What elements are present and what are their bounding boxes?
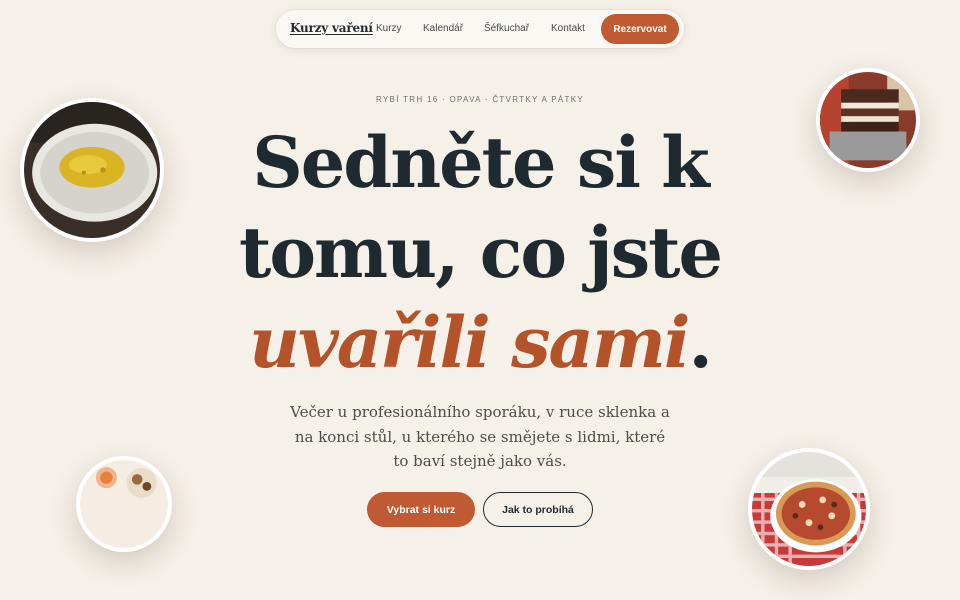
how-it-works-button[interactable]: Jak to probíhá bbox=[483, 492, 593, 527]
reserve-button[interactable]: Rezervovat bbox=[601, 14, 679, 44]
pizza-image bbox=[752, 452, 866, 566]
headline-accent: uvařili sami bbox=[249, 301, 690, 384]
headline-line-2: tomu, co jste bbox=[238, 211, 723, 294]
hero-lead: Večer u profesionálního sporáku, v ruce … bbox=[290, 403, 670, 470]
cake-image bbox=[820, 72, 916, 168]
choose-course-button[interactable]: Vybrat si kurz bbox=[367, 492, 475, 527]
top-nav: Kurzy vaření Kurzy Kalendář Šéfkuchař Ko… bbox=[276, 10, 684, 48]
hero-eyebrow: RYBÍ TRH 16 · OPAVA · ČTVRTKY A PÁTKY bbox=[375, 95, 584, 104]
nav-link-sefkuchar[interactable]: Šéfkuchař bbox=[484, 23, 529, 34]
headline-line-1: Sedněte si k bbox=[252, 121, 710, 204]
soup-photo bbox=[20, 98, 164, 242]
headline-period: . bbox=[688, 301, 713, 384]
hero-headline: Sedněte si k tomu, co jste uvařili sami. bbox=[200, 118, 760, 388]
drinks-photo bbox=[76, 456, 172, 552]
pizza-photo bbox=[748, 448, 870, 570]
soup-image bbox=[24, 102, 160, 238]
drinks-image bbox=[80, 460, 168, 548]
nav-link-kalendar[interactable]: Kalendář bbox=[423, 23, 463, 34]
brand-logo-link[interactable]: Kurzy vaření bbox=[290, 21, 373, 35]
nav-link-kontakt[interactable]: Kontakt bbox=[551, 23, 585, 34]
cake-photo bbox=[816, 68, 920, 172]
nav-link-kurzy[interactable]: Kurzy bbox=[376, 23, 402, 34]
